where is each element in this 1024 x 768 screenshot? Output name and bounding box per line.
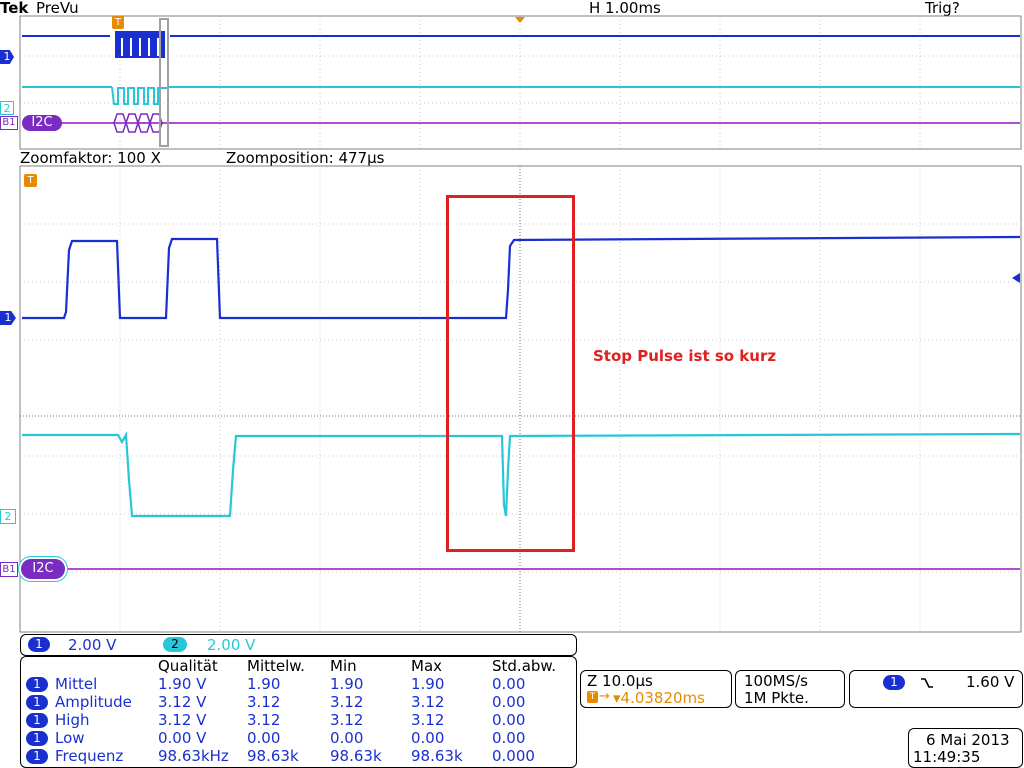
trigger-level: 1.60 V	[966, 673, 1015, 691]
measurement-min: 1.90	[330, 675, 364, 693]
measurement-max: 3.12	[411, 693, 445, 711]
measurement-value: 3.12 V	[158, 693, 207, 711]
header-quality: Qualität	[158, 657, 218, 675]
sample-rate: 100MS/s	[744, 672, 808, 690]
measurement-stddev: 0.00	[492, 729, 526, 747]
channel-scale-bar[interactable]: 1 2.00 V 2 2.00 V	[20, 634, 577, 656]
trigger-marker-main[interactable]: T	[24, 174, 37, 187]
measurement-max: 1.90	[411, 675, 445, 693]
zoom-timescale: Z 10.0µs	[587, 672, 653, 690]
measurement-mean: 0.00	[247, 729, 281, 747]
measurement-max: 0.00	[411, 729, 445, 747]
measurement-name: Low	[55, 729, 85, 747]
ch2-ground-marker[interactable]: 2	[0, 509, 16, 524]
ch1-scale-value: 2.00 V	[68, 636, 117, 654]
measurement-name: Amplitude	[55, 693, 132, 711]
measurement-value: 1.90 V	[158, 675, 207, 693]
header-max: Max	[411, 657, 443, 675]
measurement-mean: 98.63k	[247, 747, 299, 765]
header-min: Min	[330, 657, 357, 675]
ch1-scale-badge[interactable]: 1	[28, 637, 50, 652]
bus-label-main[interactable]: I2C	[21, 559, 65, 579]
falling-edge-icon	[921, 678, 933, 688]
measurement-channel-badge: 1	[26, 695, 48, 710]
arrow-right-icon: →	[599, 689, 610, 704]
trigger-panel[interactable]: 1 1.60 V	[849, 670, 1023, 708]
ch2-scale-badge[interactable]: 2	[163, 637, 187, 652]
time-display: 11:49:35	[913, 748, 981, 766]
measurement-stddev: 0.00	[492, 711, 526, 729]
ch1-ground-marker-label: 1	[4, 311, 12, 324]
measurement-channel-badge: 1	[26, 677, 48, 692]
header-stddev: Std.abw.	[492, 657, 557, 675]
measurement-stddev: 0.00	[492, 693, 526, 711]
datetime-panel: 6 Mai 2013 11:49:35	[908, 728, 1023, 768]
measurement-channel-badge: 1	[26, 749, 48, 764]
measurement-value: 3.12 V	[158, 711, 207, 729]
measurement-max: 3.12	[411, 711, 445, 729]
measurement-stddev: 0.000	[492, 747, 535, 765]
measurement-channel-badge: 1	[26, 731, 48, 746]
measurement-mean: 3.12	[247, 693, 281, 711]
annotation-text: Stop Pulse ist so kurz	[593, 347, 777, 365]
measurement-mean: 3.12	[247, 711, 281, 729]
annotation-highlight-box	[446, 195, 575, 552]
measurement-max: 98.63k	[411, 747, 463, 765]
header-mean: Mittelw.	[247, 657, 305, 675]
trigger-marker-main-label: T	[27, 175, 34, 186]
ch2-ground-marker-label: 2	[4, 510, 12, 523]
record-length: 1M Pkte.	[744, 689, 809, 707]
measurement-min: 3.12	[330, 693, 364, 711]
measurement-value: 98.63kHz	[158, 747, 229, 765]
trigger-position-value: ▾4.03820ms	[613, 689, 705, 707]
bus-label-main-text: I2C	[32, 561, 54, 576]
measurement-name: High	[55, 711, 90, 729]
measurement-channel-badge: 1	[26, 713, 48, 728]
timebase-panel[interactable]: Z 10.0µs T → ▾4.03820ms	[580, 670, 732, 708]
measurement-mean: 1.90	[247, 675, 281, 693]
measurement-name: Frequenz	[55, 747, 124, 765]
acquisition-panel[interactable]: 100MS/s 1M Pkte.	[735, 670, 845, 708]
measurement-value: 0.00 V	[158, 729, 207, 747]
measurement-min: 98.63k	[330, 747, 382, 765]
trigger-source-badge: 1	[883, 675, 905, 690]
measurement-min: 0.00	[330, 729, 364, 747]
measurement-stddev: 0.00	[492, 675, 526, 693]
date-display: 6 Mai 2013	[926, 731, 1010, 749]
measurement-min: 3.12	[330, 711, 364, 729]
bus-marker[interactable]: B1	[0, 562, 18, 577]
trigger-arrow-icon: T	[587, 691, 598, 703]
ch2-scale-value: 2.00 V	[207, 636, 256, 654]
measurement-name: Mittel	[55, 675, 98, 693]
bus-marker-main-label: B1	[2, 564, 16, 575]
